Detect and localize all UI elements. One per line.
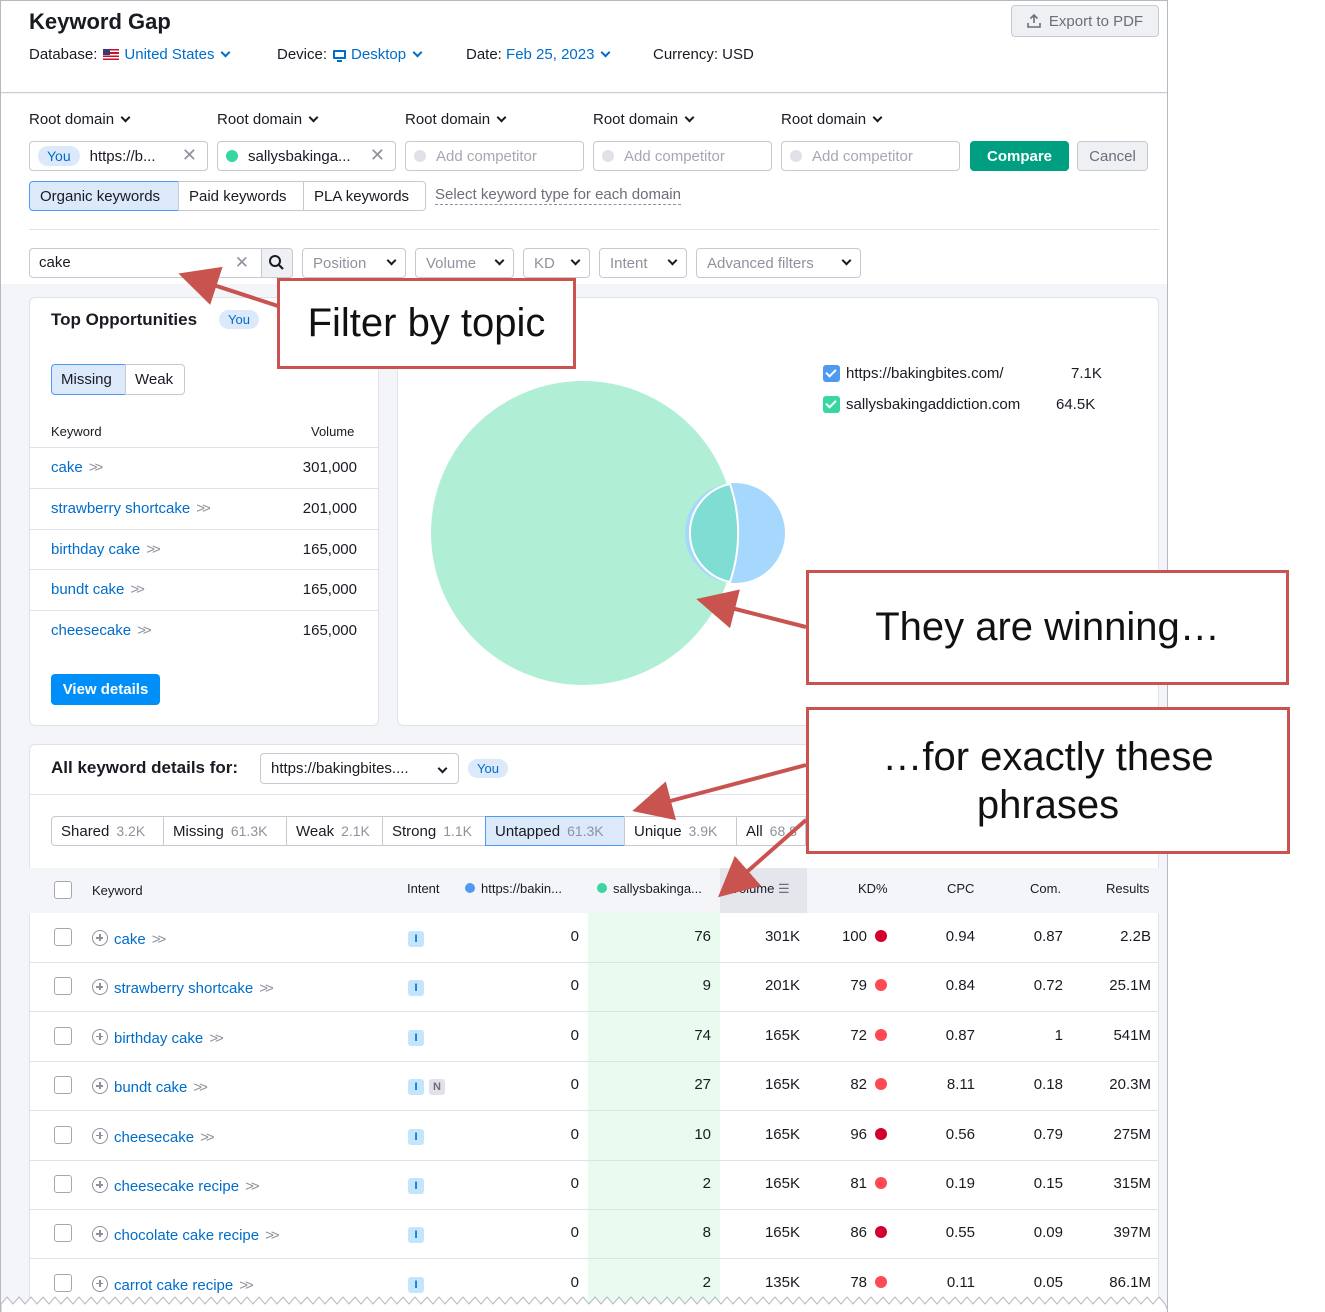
arrow-untapped [632, 763, 807, 821]
callout-they-are-winning: They are winning… [806, 570, 1289, 685]
callout-exact-phrases: …for exactly these phrases [806, 707, 1290, 854]
arrow-winning [696, 589, 807, 629]
callout-filter-by-topic: Filter by topic [277, 278, 576, 369]
arrow-filter [178, 266, 279, 308]
arrow-column [717, 818, 808, 898]
